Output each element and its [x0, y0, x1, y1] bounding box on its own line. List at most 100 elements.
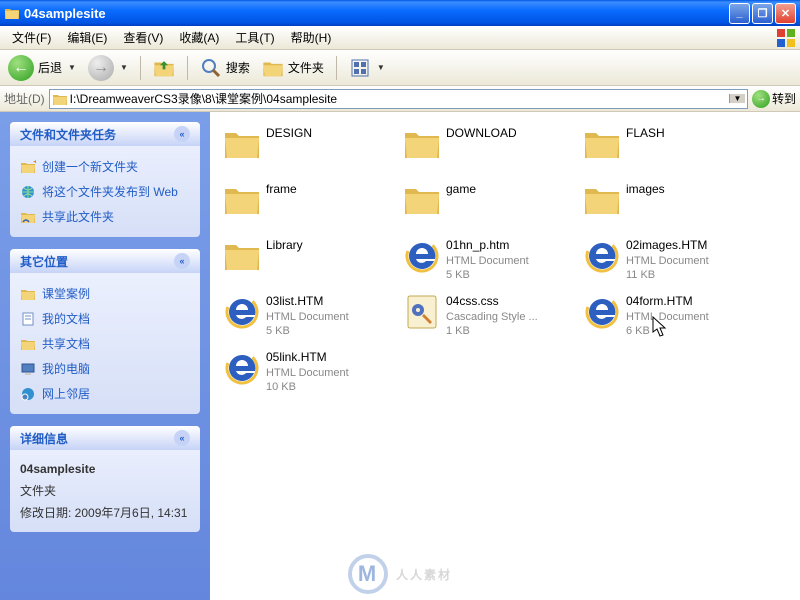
menu-edit[interactable]: 编辑(E) — [59, 26, 115, 50]
search-icon — [200, 57, 222, 79]
ie-html-file-icon — [222, 292, 262, 332]
chevron-down-icon: ▼ — [68, 63, 76, 72]
file-name: 05link.HTM — [266, 350, 398, 366]
folder-up-icon — [153, 57, 175, 79]
file-size: 11 KB — [626, 268, 758, 282]
menu-favorites[interactable]: 收藏(A) — [171, 26, 227, 50]
address-label: 地址(D) — [4, 90, 45, 107]
task-publish[interactable]: 将这个文件夹发布到 Web — [20, 179, 190, 204]
documents-icon — [20, 311, 36, 327]
file-item[interactable]: 05link.HTMHTML Document10 KB — [220, 346, 400, 402]
share-icon — [20, 209, 36, 225]
file-item[interactable]: 04css.cssCascading Style ...1 KB — [400, 290, 580, 346]
menubar: 文件(F) 编辑(E) 查看(V) 收藏(A) 工具(T) 帮助(H) — [0, 26, 800, 50]
search-label: 搜索 — [226, 59, 250, 76]
file-item[interactable]: DOWNLOAD — [400, 122, 580, 178]
folders-button[interactable]: 文件夹 — [258, 55, 328, 81]
file-item[interactable]: 02images.HTMHTML Document11 KB — [580, 234, 760, 290]
ie-html-file-icon — [402, 236, 442, 276]
file-type: HTML Document — [626, 254, 758, 268]
go-arrow-icon: → — [752, 90, 770, 108]
file-item[interactable]: Library — [220, 234, 400, 290]
file-type: HTML Document — [266, 310, 398, 324]
file-name: 01hn_p.htm — [446, 238, 578, 254]
network-icon — [20, 386, 36, 402]
file-name: DESIGN — [266, 126, 398, 142]
folders-icon — [262, 57, 284, 79]
folders-label: 文件夹 — [288, 59, 324, 76]
address-path: I:\DreamweaverCS3录像\8\课堂案例\04samplesite — [70, 90, 729, 107]
file-name: images — [626, 182, 758, 198]
file-name: 04css.css — [446, 294, 578, 310]
folder-icon — [582, 180, 622, 220]
other-network[interactable]: 网上邻居 — [20, 381, 190, 406]
minimize-button[interactable]: _ — [729, 3, 750, 24]
forward-arrow-icon: → — [93, 59, 109, 77]
address-input[interactable]: I:\DreamweaverCS3录像\8\课堂案例\04samplesite … — [49, 89, 748, 109]
menu-file[interactable]: 文件(F) — [4, 26, 59, 50]
forward-button[interactable]: → ▼ — [84, 53, 132, 83]
other-header[interactable]: 其它位置 « — [10, 249, 200, 273]
chevron-down-icon: ▼ — [377, 63, 385, 72]
details-title: 详细信息 — [20, 430, 68, 447]
file-item[interactable]: 01hn_p.htmHTML Document5 KB — [400, 234, 580, 290]
other-mycomputer[interactable]: 我的电脑 — [20, 356, 190, 381]
separator — [336, 56, 337, 80]
file-size: 1 KB — [446, 324, 578, 338]
tasks-header[interactable]: 文件和文件夹任务 « — [10, 122, 200, 146]
views-button[interactable]: ▼ — [345, 55, 389, 81]
go-button[interactable]: → 转到 — [752, 90, 796, 108]
up-button[interactable] — [149, 55, 179, 81]
file-item[interactable]: 04form.HTMHTML Document6 KB — [580, 290, 760, 346]
watermark-logo-icon: M — [348, 554, 388, 594]
file-item[interactable]: DESIGN — [220, 122, 400, 178]
views-icon — [349, 57, 371, 79]
file-item[interactable]: frame — [220, 178, 400, 234]
collapse-icon: « — [174, 253, 190, 269]
file-list: DESIGNDOWNLOAD FLASH frame game images Librar… — [210, 112, 800, 600]
menu-view[interactable]: 查看(V) — [115, 26, 171, 50]
search-button[interactable]: 搜索 — [196, 55, 254, 81]
file-item[interactable]: images — [580, 178, 760, 234]
watermark: M 人人素材 — [348, 554, 452, 594]
back-button[interactable]: ← 后退 ▼ — [4, 53, 80, 83]
maximize-button[interactable]: ❐ — [752, 3, 773, 24]
other-parent[interactable]: 课堂案例 — [20, 281, 190, 306]
toolbar: ← 后退 ▼ → ▼ 搜索 文件夹 ▼ — [0, 50, 800, 86]
separator — [187, 56, 188, 80]
file-item[interactable]: FLASH — [580, 122, 760, 178]
file-size: 10 KB — [266, 380, 398, 394]
file-type: Cascading Style ... — [446, 310, 578, 324]
globe-icon — [20, 184, 36, 200]
window-title: 04samplesite — [24, 6, 729, 21]
file-name: game — [446, 182, 578, 198]
ie-html-file-icon — [582, 236, 622, 276]
address-bar: 地址(D) I:\DreamweaverCS3录像\8\课堂案例\04sampl… — [0, 86, 800, 112]
task-share[interactable]: 共享此文件夹 — [20, 204, 190, 229]
other-mydocs[interactable]: 我的文档 — [20, 306, 190, 331]
file-item[interactable]: 03list.HTMHTML Document5 KB — [220, 290, 400, 346]
menu-tools[interactable]: 工具(T) — [227, 26, 282, 50]
new-folder-icon: ✦ — [20, 159, 36, 175]
close-button[interactable]: ✕ — [775, 3, 796, 24]
folder-icon — [4, 5, 20, 21]
file-size: 5 KB — [446, 268, 578, 282]
file-name: FLASH — [626, 126, 758, 142]
folder-icon — [222, 236, 262, 276]
ie-html-file-icon — [582, 292, 622, 332]
menu-help[interactable]: 帮助(H) — [283, 26, 340, 50]
file-item[interactable]: game — [400, 178, 580, 234]
file-type: HTML Document — [446, 254, 578, 268]
details-header[interactable]: 详细信息 « — [10, 426, 200, 450]
content-area: 文件和文件夹任务 « ✦ 创建一个新文件夹 将这个文件夹发布到 Web 共享此文… — [0, 112, 800, 600]
other-places-panel: 其它位置 « 课堂案例 我的文档 共享文档 我的电脑 网上邻居 — [10, 249, 200, 414]
details-panel: 详细信息 « 04samplesite 文件夹 修改日期: 2009年7月6日,… — [10, 426, 200, 532]
address-dropdown-icon[interactable]: ▼ — [729, 94, 745, 103]
shared-folder-icon — [20, 336, 36, 352]
task-new-folder[interactable]: ✦ 创建一个新文件夹 — [20, 154, 190, 179]
details-modified: 修改日期: 2009年7月6日, 14:31 — [20, 502, 190, 524]
go-label: 转到 — [772, 90, 796, 107]
file-type: HTML Document — [266, 366, 398, 380]
other-shared[interactable]: 共享文档 — [20, 331, 190, 356]
sidebar: 文件和文件夹任务 « ✦ 创建一个新文件夹 将这个文件夹发布到 Web 共享此文… — [0, 112, 210, 600]
